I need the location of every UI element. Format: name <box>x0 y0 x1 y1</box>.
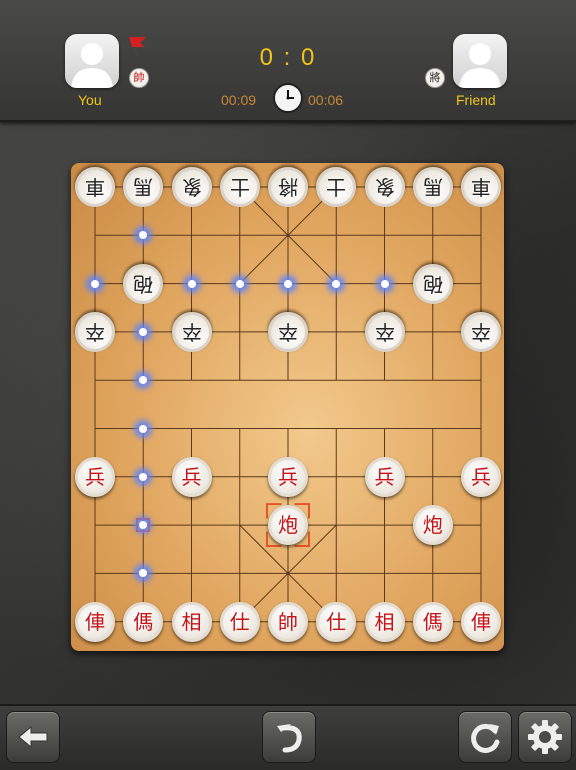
piece-black[interactable]: 卒 <box>171 311 212 352</box>
piece-red[interactable]: 傌 <box>412 601 453 642</box>
timer-right: 00:06 <box>308 92 344 108</box>
piece-red[interactable]: 仕 <box>316 601 357 642</box>
board-grid <box>94 186 482 623</box>
piece-red[interactable]: 俥 <box>461 601 501 642</box>
piece-red[interactable]: 相 <box>364 601 405 642</box>
piece-black[interactable]: 將 <box>268 167 308 207</box>
user-avatar-icon <box>459 43 501 88</box>
undo-button[interactable] <box>262 711 316 763</box>
legal-move-dot[interactable] <box>139 424 148 433</box>
piece-black[interactable]: 卒 <box>75 311 115 352</box>
back-button[interactable] <box>6 711 60 763</box>
timer-left: 00:09 <box>221 92 257 108</box>
piece-black[interactable]: 車 <box>461 167 501 207</box>
piece-red[interactable]: 炮 <box>268 505 308 546</box>
piece-red[interactable]: 兵 <box>461 456 501 497</box>
piece-red[interactable]: 兵 <box>75 456 115 497</box>
user-avatar-icon <box>71 43 113 88</box>
piece-red[interactable]: 兵 <box>364 456 405 497</box>
piece-red[interactable]: 炮 <box>412 505 453 546</box>
piece-black[interactable]: 士 <box>219 167 260 207</box>
piece-red[interactable]: 兵 <box>268 456 308 497</box>
player-left-avatar[interactable] <box>65 34 119 88</box>
settings-button[interactable] <box>518 711 572 763</box>
restart-icon <box>471 723 500 753</box>
score: 0 : 0 <box>259 44 317 71</box>
piece-red[interactable]: 傌 <box>123 601 164 642</box>
piece-black[interactable]: 象 <box>364 167 405 207</box>
piece-black[interactable]: 象 <box>171 167 212 207</box>
piece-black[interactable]: 卒 <box>268 311 308 352</box>
piece-black[interactable]: 馬 <box>123 167 164 207</box>
piece-red[interactable]: 相 <box>171 601 212 642</box>
player-right-avatar[interactable] <box>453 34 507 88</box>
piece-black[interactable]: 士 <box>316 167 357 207</box>
piece-black[interactable]: 卒 <box>364 311 405 352</box>
legal-move-dot[interactable] <box>332 279 341 288</box>
back-arrow-icon <box>18 725 48 749</box>
piece-red[interactable]: 俥 <box>75 601 115 642</box>
top-bar: 帥 You 0 : 0 00:09 00:06 將 Friend <box>0 0 576 122</box>
undo-icon <box>277 724 302 753</box>
piece-red[interactable]: 仕 <box>219 601 260 642</box>
restart-button[interactable] <box>458 711 512 763</box>
legal-move-dot[interactable] <box>380 279 389 288</box>
piece-black[interactable]: 車 <box>75 167 115 207</box>
piece-black[interactable]: 馬 <box>412 167 453 207</box>
legal-move-dot[interactable] <box>235 279 244 288</box>
legal-move-dot[interactable] <box>284 279 292 288</box>
player-left-side-badge: 帥 <box>129 68 149 88</box>
legal-move-dot[interactable] <box>187 279 196 288</box>
turn-flag-icon <box>129 37 146 57</box>
piece-black[interactable]: 砲 <box>412 263 453 304</box>
piece-black[interactable]: 卒 <box>461 311 501 352</box>
player-right-side-badge: 將 <box>425 68 445 88</box>
player-right-name: Friend <box>456 92 496 108</box>
settings-gear-icon <box>528 720 562 754</box>
piece-red[interactable]: 帥 <box>268 601 308 642</box>
xiangqi-board[interactable]: 車馬象士將士象馬車砲砲卒卒卒卒卒兵兵兵兵兵炮炮俥傌相仕帥仕相傌俥 <box>71 163 504 651</box>
piece-red[interactable]: 兵 <box>171 456 212 497</box>
piece-black[interactable]: 砲 <box>123 263 164 304</box>
player-left-name: You <box>78 92 102 108</box>
clock-icon <box>273 83 303 113</box>
legal-move-dot[interactable] <box>91 279 99 288</box>
